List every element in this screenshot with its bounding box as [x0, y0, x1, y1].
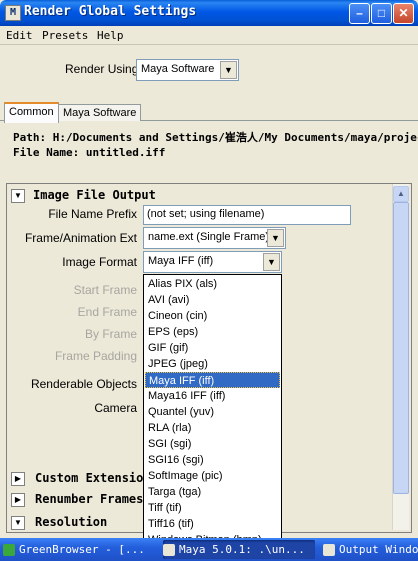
image-format-option[interactable]: Maya IFF (iff): [145, 372, 280, 388]
collapse-icon[interactable]: ▼: [11, 189, 25, 203]
chevron-down-icon[interactable]: ▼: [220, 61, 237, 79]
taskbar-item-greenbrowser[interactable]: GreenBrowser - [...: [3, 540, 155, 559]
image-format-option[interactable]: Targa (tga): [145, 484, 280, 500]
greenbrowser-icon: [3, 544, 15, 556]
render-using-value: Maya Software: [141, 63, 215, 75]
minimize-icon[interactable]: –: [349, 3, 370, 24]
image-format-option[interactable]: Tiff (tif): [145, 500, 280, 516]
output-file-name: File Name: untitled.iff: [13, 146, 166, 159]
image-format-option[interactable]: SGI (sgi): [145, 436, 280, 452]
expand-icon[interactable]: ▶: [11, 472, 25, 486]
tab-maya-software[interactable]: Maya Software: [58, 104, 142, 121]
maya-icon: [163, 544, 175, 556]
render-using-dropdown[interactable]: Maya Software ▼: [136, 59, 239, 81]
image-format-option[interactable]: Tiff16 (tif): [145, 516, 280, 532]
output-path: Path: H:/Documents and Settings/崔浩人/My D…: [13, 131, 418, 144]
file-name-prefix-label: File Name Prefix: [48, 207, 137, 221]
chevron-down-icon[interactable]: ▼: [267, 229, 284, 247]
image-format-option[interactable]: JPEG (jpeg): [145, 356, 280, 372]
image-format-option[interactable]: SoftImage (pic): [145, 468, 280, 484]
frame-padding-label: Frame Padding: [54, 349, 137, 363]
by-frame-label: By Frame: [84, 327, 137, 341]
menu-help[interactable]: Help: [97, 29, 124, 42]
image-format-option[interactable]: Quantel (yuv): [145, 404, 280, 420]
maximize-icon[interactable]: □: [371, 3, 392, 24]
taskbar-item-label: GreenBrowser - [...: [19, 543, 145, 556]
start-frame-label: Start Frame: [73, 283, 137, 297]
section-resolution[interactable]: Resolution: [35, 515, 107, 529]
taskbar-item-label: Maya 5.0.1: .\un...: [179, 543, 305, 556]
camera-label: Camera: [94, 401, 137, 415]
frame-animation-ext-dropdown[interactable]: name.ext (Single Frame) ▼: [143, 227, 286, 249]
section-renumber-frames[interactable]: Renumber Frames: [35, 492, 143, 506]
frame-animation-ext-value: name.ext (Single Frame): [148, 231, 270, 243]
image-format-option[interactable]: Alias PIX (als): [145, 276, 280, 292]
expand-icon[interactable]: ▶: [11, 493, 25, 507]
file-name-prefix-value: (not set; using filename): [147, 208, 265, 220]
image-format-option[interactable]: AVI (avi): [145, 292, 280, 308]
image-format-option[interactable]: Maya16 IFF (iff): [145, 388, 280, 404]
image-format-dropdown[interactable]: Maya IFF (iff) ▼: [143, 251, 282, 273]
frame-animation-ext-label: Frame/Animation Ext: [24, 231, 137, 245]
taskbar-item-maya[interactable]: Maya 5.0.1: .\un...: [163, 540, 315, 559]
end-frame-label: End Frame: [77, 305, 137, 319]
image-format-option[interactable]: SGI16 (sgi): [145, 452, 280, 468]
chevron-down-icon[interactable]: ▼: [263, 253, 280, 271]
collapse-icon[interactable]: ▼: [11, 516, 25, 530]
window-title: Render Global Settings: [24, 4, 197, 19]
image-format-value: Maya IFF (iff): [148, 255, 214, 267]
menu-edit[interactable]: Edit: [6, 29, 33, 42]
maya-icon: [323, 544, 335, 556]
section-custom-extension[interactable]: Custom Extension: [35, 471, 151, 485]
file-name-prefix-input[interactable]: (not set; using filename): [143, 205, 351, 225]
image-format-option[interactable]: GIF (gif): [145, 340, 280, 356]
tab-common[interactable]: Common: [4, 102, 59, 123]
section-image-file-output[interactable]: Image File Output: [33, 188, 156, 202]
renderable-objects-label: Renderable Objects: [30, 377, 137, 391]
image-format-option[interactable]: EPS (eps): [145, 324, 280, 340]
scroll-thumb[interactable]: [393, 202, 409, 494]
close-icon[interactable]: ✕: [393, 3, 414, 24]
render-using-label: Render Using: [65, 62, 139, 76]
menu-presets[interactable]: Presets: [42, 29, 88, 42]
image-format-label: Image Format: [62, 255, 137, 269]
scroll-up-icon[interactable]: ▲: [393, 186, 409, 202]
image-format-list[interactable]: Alias PIX (als) AVI (avi) Cineon (cin) EPS …: [143, 274, 282, 550]
taskbar-item-output-window[interactable]: Output Windo: [323, 540, 418, 559]
taskbar-item-label: Output Windo: [339, 543, 418, 556]
image-format-option[interactable]: Cineon (cin): [145, 308, 280, 324]
maya-app-icon: M: [5, 5, 21, 21]
image-format-option[interactable]: RLA (rla): [145, 420, 280, 436]
